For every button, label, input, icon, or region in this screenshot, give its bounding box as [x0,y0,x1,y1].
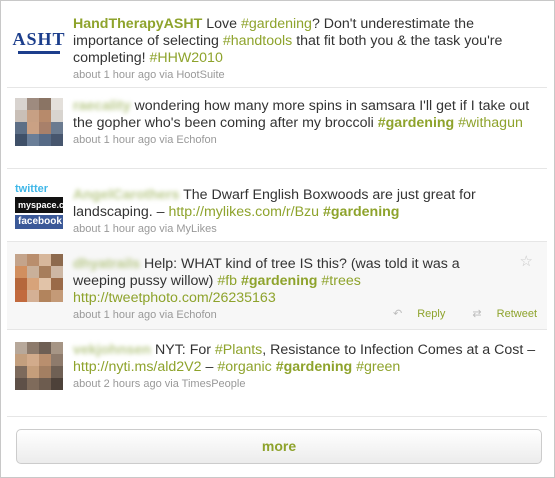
tweet-source: via Echofon [159,309,217,321]
avatar-logo-text: ASHT [12,28,66,49]
tweet-item: ASHT HandTherapyASHT Love #gardening? Do… [7,7,547,88]
hashtag[interactable]: #trees [321,273,360,289]
tweet-username[interactable]: dhyatrails [73,256,140,273]
tweet-source: via Echofon [159,134,217,146]
tweet-timeline: ASHT HandTherapyASHT Love #gardening? Do… [0,0,555,478]
tweet-item: twitter myspace.com facebook AngelCaroth… [7,169,547,242]
hashtag[interactable]: #gardening [241,16,312,32]
tweet-meta: about 1 hour ago via HootSuite [73,68,537,82]
tweet-body: HandTherapyASHT Love #gardening? Don't u… [73,16,537,82]
tweet-item: dhyatrails Help: WHAT kind of tree IS th… [7,242,547,330]
reply-icon: ↶ [393,308,403,320]
hashtag[interactable]: #organic [217,359,271,375]
avatar[interactable]: twitter myspace.com facebook [15,183,78,231]
twitter-logo: twitter [15,183,48,195]
tweet-source: via MyLikes [159,223,217,235]
tweet-timestamp[interactable]: about 1 hour ago [73,223,156,235]
avatar[interactable] [15,254,63,302]
tweet-source: via HootSuite [159,69,225,81]
hashtag[interactable]: #handtools [223,33,292,49]
tweet-source: via TimesPeople [164,378,246,390]
tweet-item: raecality wondering how many more spins … [7,88,547,169]
retweet-icon: ⇄ [472,308,482,320]
tweet-timestamp[interactable]: about 1 hour ago [73,134,156,146]
avatar-logo-underline [18,50,60,54]
reply-label: Reply [417,308,446,320]
avatar[interactable] [15,98,63,146]
hashtag[interactable]: #fb [217,273,237,289]
hashtag[interactable]: #gardening [378,115,454,131]
tweet-timestamp[interactable]: about 2 hours ago [73,378,162,390]
tweet-link[interactable]: http://mylikes.com/r/Bzu [168,204,319,220]
tweet-actions: ↶ Reply ⇄ Retweet [369,307,537,320]
tweet-link[interactable]: http://tweetphoto.com/26235163 [73,290,276,306]
hashtag[interactable]: #gardening [323,204,399,220]
tweet-username[interactable]: raecality [73,98,131,115]
tweet-username[interactable]: vekjohnsen [73,342,151,359]
hashtag[interactable]: #Plants [215,342,262,358]
hashtag[interactable]: #gardening [241,273,317,289]
tweet-username[interactable]: HandTherapyASHT [73,16,202,32]
hashtag[interactable]: #withagun [458,115,523,131]
more-button[interactable]: more [16,429,542,464]
retweet-button[interactable]: ⇄ Retweet [460,308,537,320]
reply-button[interactable]: ↶ Reply [381,308,445,320]
tweet-link[interactable]: http://nyti.ms/ald2V2 [73,359,202,375]
myspace-logo: myspace.com [15,197,78,213]
avatar[interactable]: ASHT [12,17,66,65]
hashtag[interactable]: #gardening [276,359,352,375]
avatar[interactable] [15,342,63,390]
tweet-meta: about 1 hour ago via MyLikes [73,222,537,236]
retweet-label: Retweet [496,308,537,320]
tweet-timestamp[interactable]: about 1 hour ago [73,69,156,81]
favorite-star-icon[interactable]: ☆ [520,252,533,270]
tweet-meta: about 1 hour ago via Echofon [73,133,537,147]
tweet-item: vekjohnsen NYT: For #Plants, Resistance … [7,330,547,417]
tweet-username[interactable]: AngelCarothers [73,187,179,204]
tweet-meta: about 2 hours ago via TimesPeople [73,377,537,391]
tweet-body: raecality wondering how many more spins … [73,98,537,147]
tweet-timestamp[interactable]: about 1 hour ago [73,309,156,321]
tweet-body: vekjohnsen NYT: For #Plants, Resistance … [73,342,537,391]
tweet-text: wondering how many more spins in samsara… [73,98,530,131]
hashtag[interactable]: #green [356,359,400,375]
hashtag[interactable]: #HHW2010 [150,50,223,66]
tweet-body: AngelCarothers The Dwarf English Boxwood… [73,187,537,236]
facebook-logo: facebook [15,215,63,229]
